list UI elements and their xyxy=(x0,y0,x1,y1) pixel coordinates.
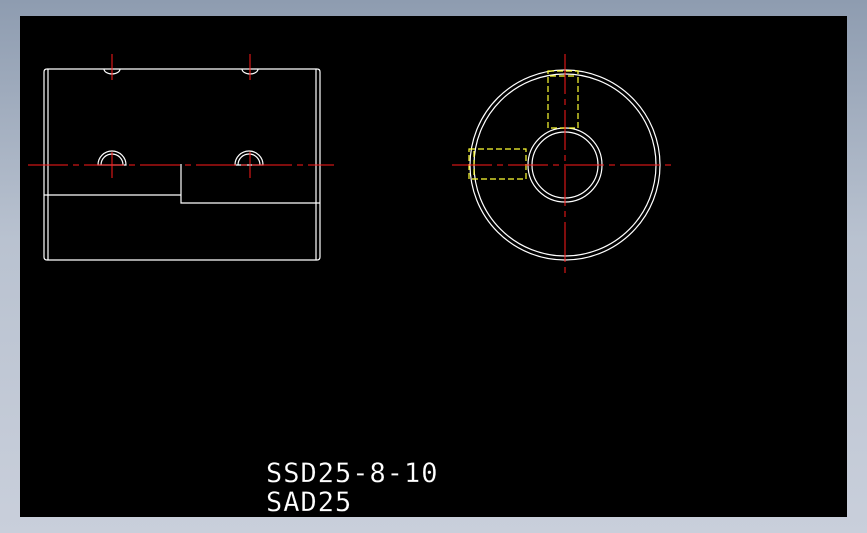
screw-hole-arc-2-inner xyxy=(237,153,261,166)
hidden-vertical-hole xyxy=(547,70,579,129)
part-number-label: SSD25-8-10 xyxy=(266,458,439,489)
screw-hole-arc-2 xyxy=(234,150,264,166)
cad-drawing xyxy=(28,54,672,274)
slit-step-line xyxy=(44,164,320,204)
side-view-centerlines xyxy=(28,54,334,178)
cad-viewport[interactable]: SSD25-8-10 SAD25 xyxy=(20,16,847,517)
hidden-horizontal-hole xyxy=(468,148,527,180)
end-view-centerlines xyxy=(452,54,672,274)
model-label: SAD25 xyxy=(266,487,353,517)
hidden-lines xyxy=(468,70,579,180)
